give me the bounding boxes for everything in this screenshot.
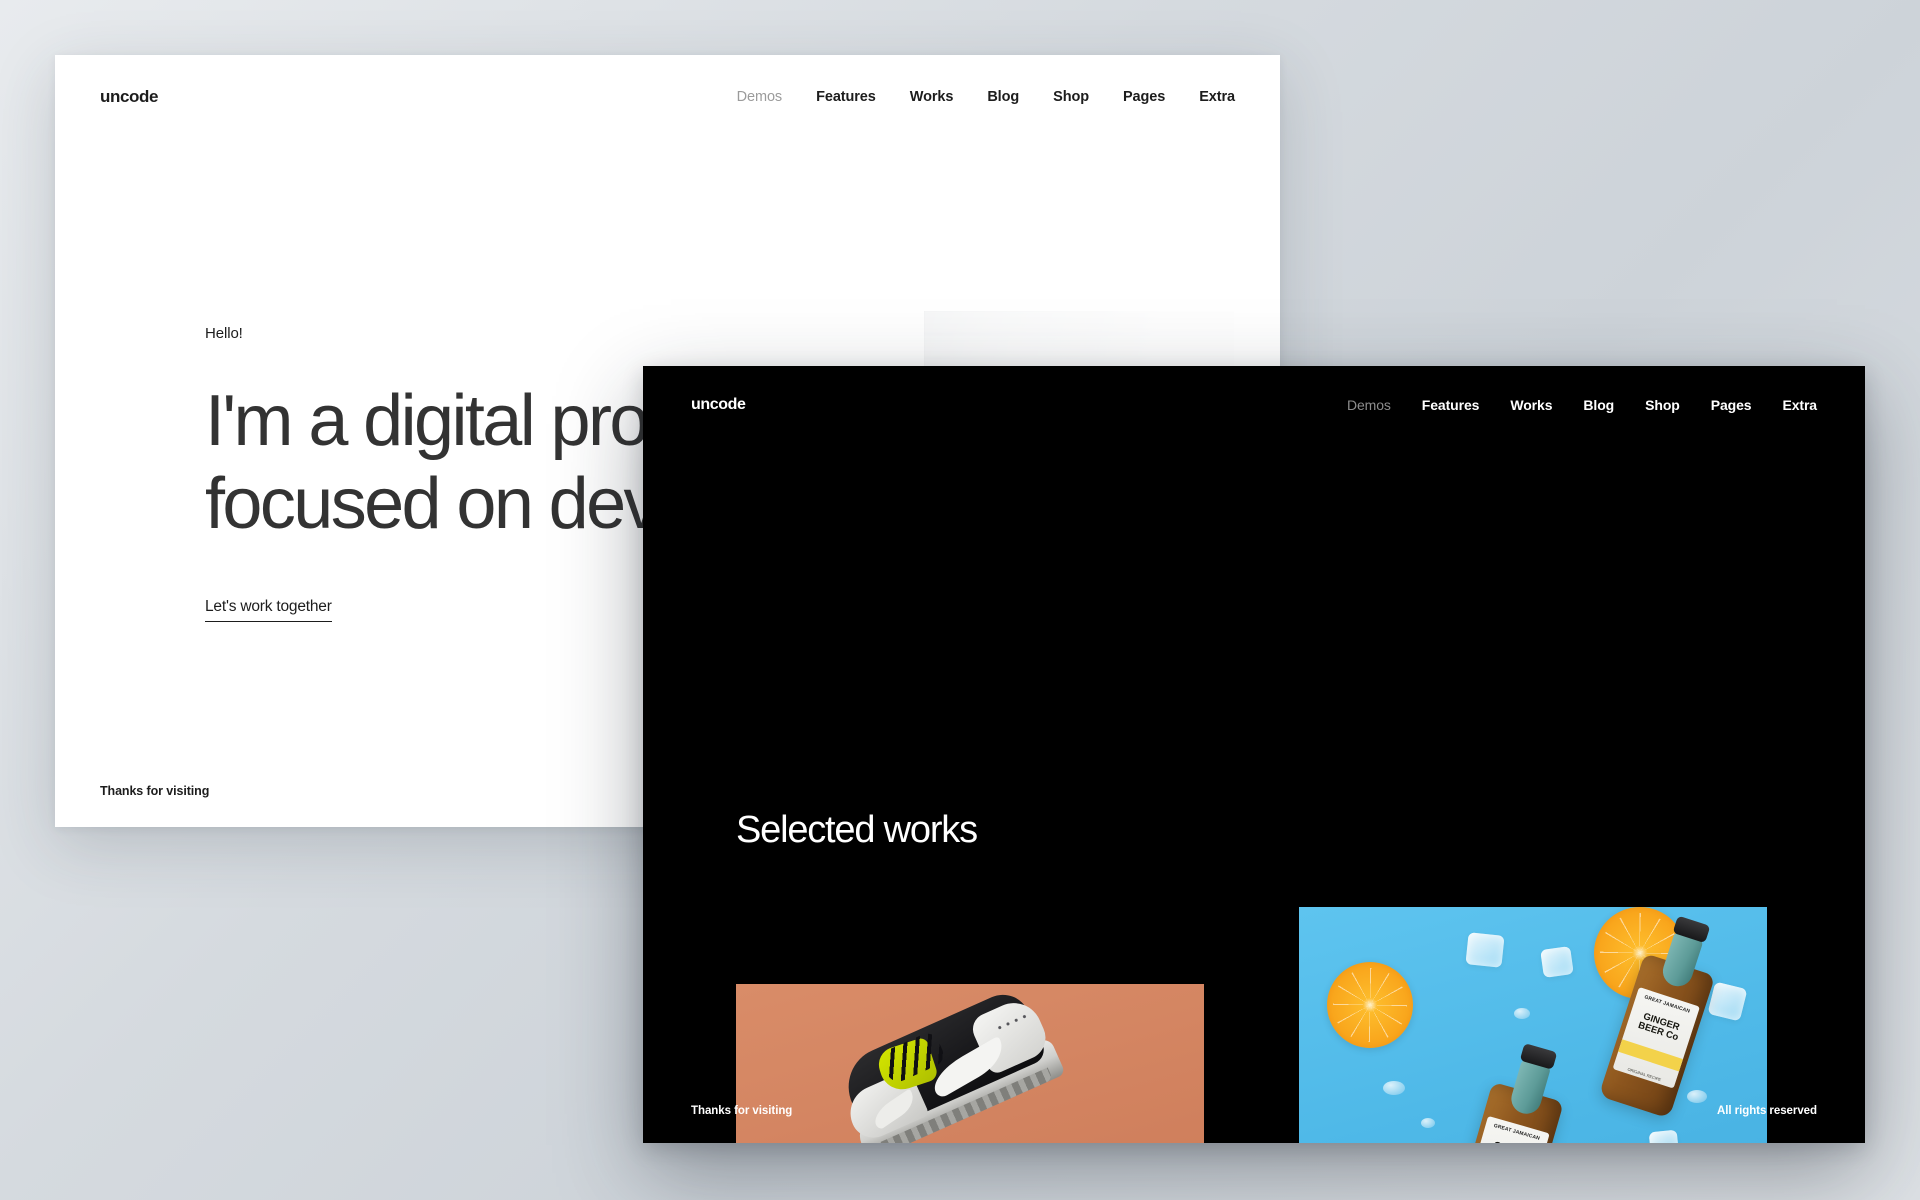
nav-item-works[interactable]: Works [910, 89, 954, 105]
water-droplet-6 [1514, 1007, 1531, 1019]
hero-greeting: Hello! [205, 325, 243, 342]
nav-item-shop[interactable]: Shop [1053, 89, 1089, 105]
ice-cube-2 [1540, 946, 1575, 979]
nav-item-features[interactable]: Features [816, 89, 876, 105]
nav-item-features-dark[interactable]: Features [1422, 397, 1480, 413]
footer-thanks-note: Thanks for visiting [100, 784, 210, 798]
nav-item-demos[interactable]: Demos [737, 89, 783, 105]
bottle-label-main-3: GINGER BEER Co [1636, 1011, 1681, 1044]
orange-slice-1 [1327, 961, 1414, 1048]
nav-item-extra-dark[interactable]: Extra [1782, 397, 1817, 413]
nav-item-pages-dark[interactable]: Pages [1711, 397, 1752, 413]
lets-work-together-link[interactable]: Let's work together [205, 598, 332, 622]
light-window-header: uncode Demos Features Works Blog Shop Pa… [55, 55, 1280, 139]
dark-window-header: uncode Demos Features Works Blog Shop Pa… [643, 366, 1865, 444]
ice-cube-1 [1465, 932, 1506, 969]
nav-item-shop-dark[interactable]: Shop [1645, 397, 1680, 413]
selected-works-heading: Selected works [736, 809, 978, 851]
nav-item-demos-dark[interactable]: Demos [1347, 397, 1391, 413]
logo-uncode-light[interactable]: uncode [100, 87, 158, 107]
footer-thanks-note-dark: Thanks for visiting [691, 1105, 793, 1117]
logo-uncode-dark[interactable]: uncode [691, 396, 746, 414]
footer-rights-note: All rights reserved [1716, 1105, 1817, 1117]
dark-window-footer: Thanks for visiting All rights reserved [643, 1079, 1865, 1143]
nav-item-blog-dark[interactable]: Blog [1583, 397, 1614, 413]
ice-cube-3 [1707, 981, 1748, 1022]
dark-window: uncode Demos Features Works Blog Shop Pa… [643, 366, 1865, 1143]
nav-item-pages[interactable]: Pages [1123, 89, 1165, 105]
main-nav-dark: Demos Features Works Blog Shop Pages Ext… [1347, 397, 1817, 413]
nav-item-works-dark[interactable]: Works [1510, 397, 1552, 413]
nav-item-blog[interactable]: Blog [987, 89, 1019, 105]
main-nav-light: Demos Features Works Blog Shop Pages Ext… [737, 89, 1235, 105]
nav-item-extra[interactable]: Extra [1199, 89, 1235, 105]
